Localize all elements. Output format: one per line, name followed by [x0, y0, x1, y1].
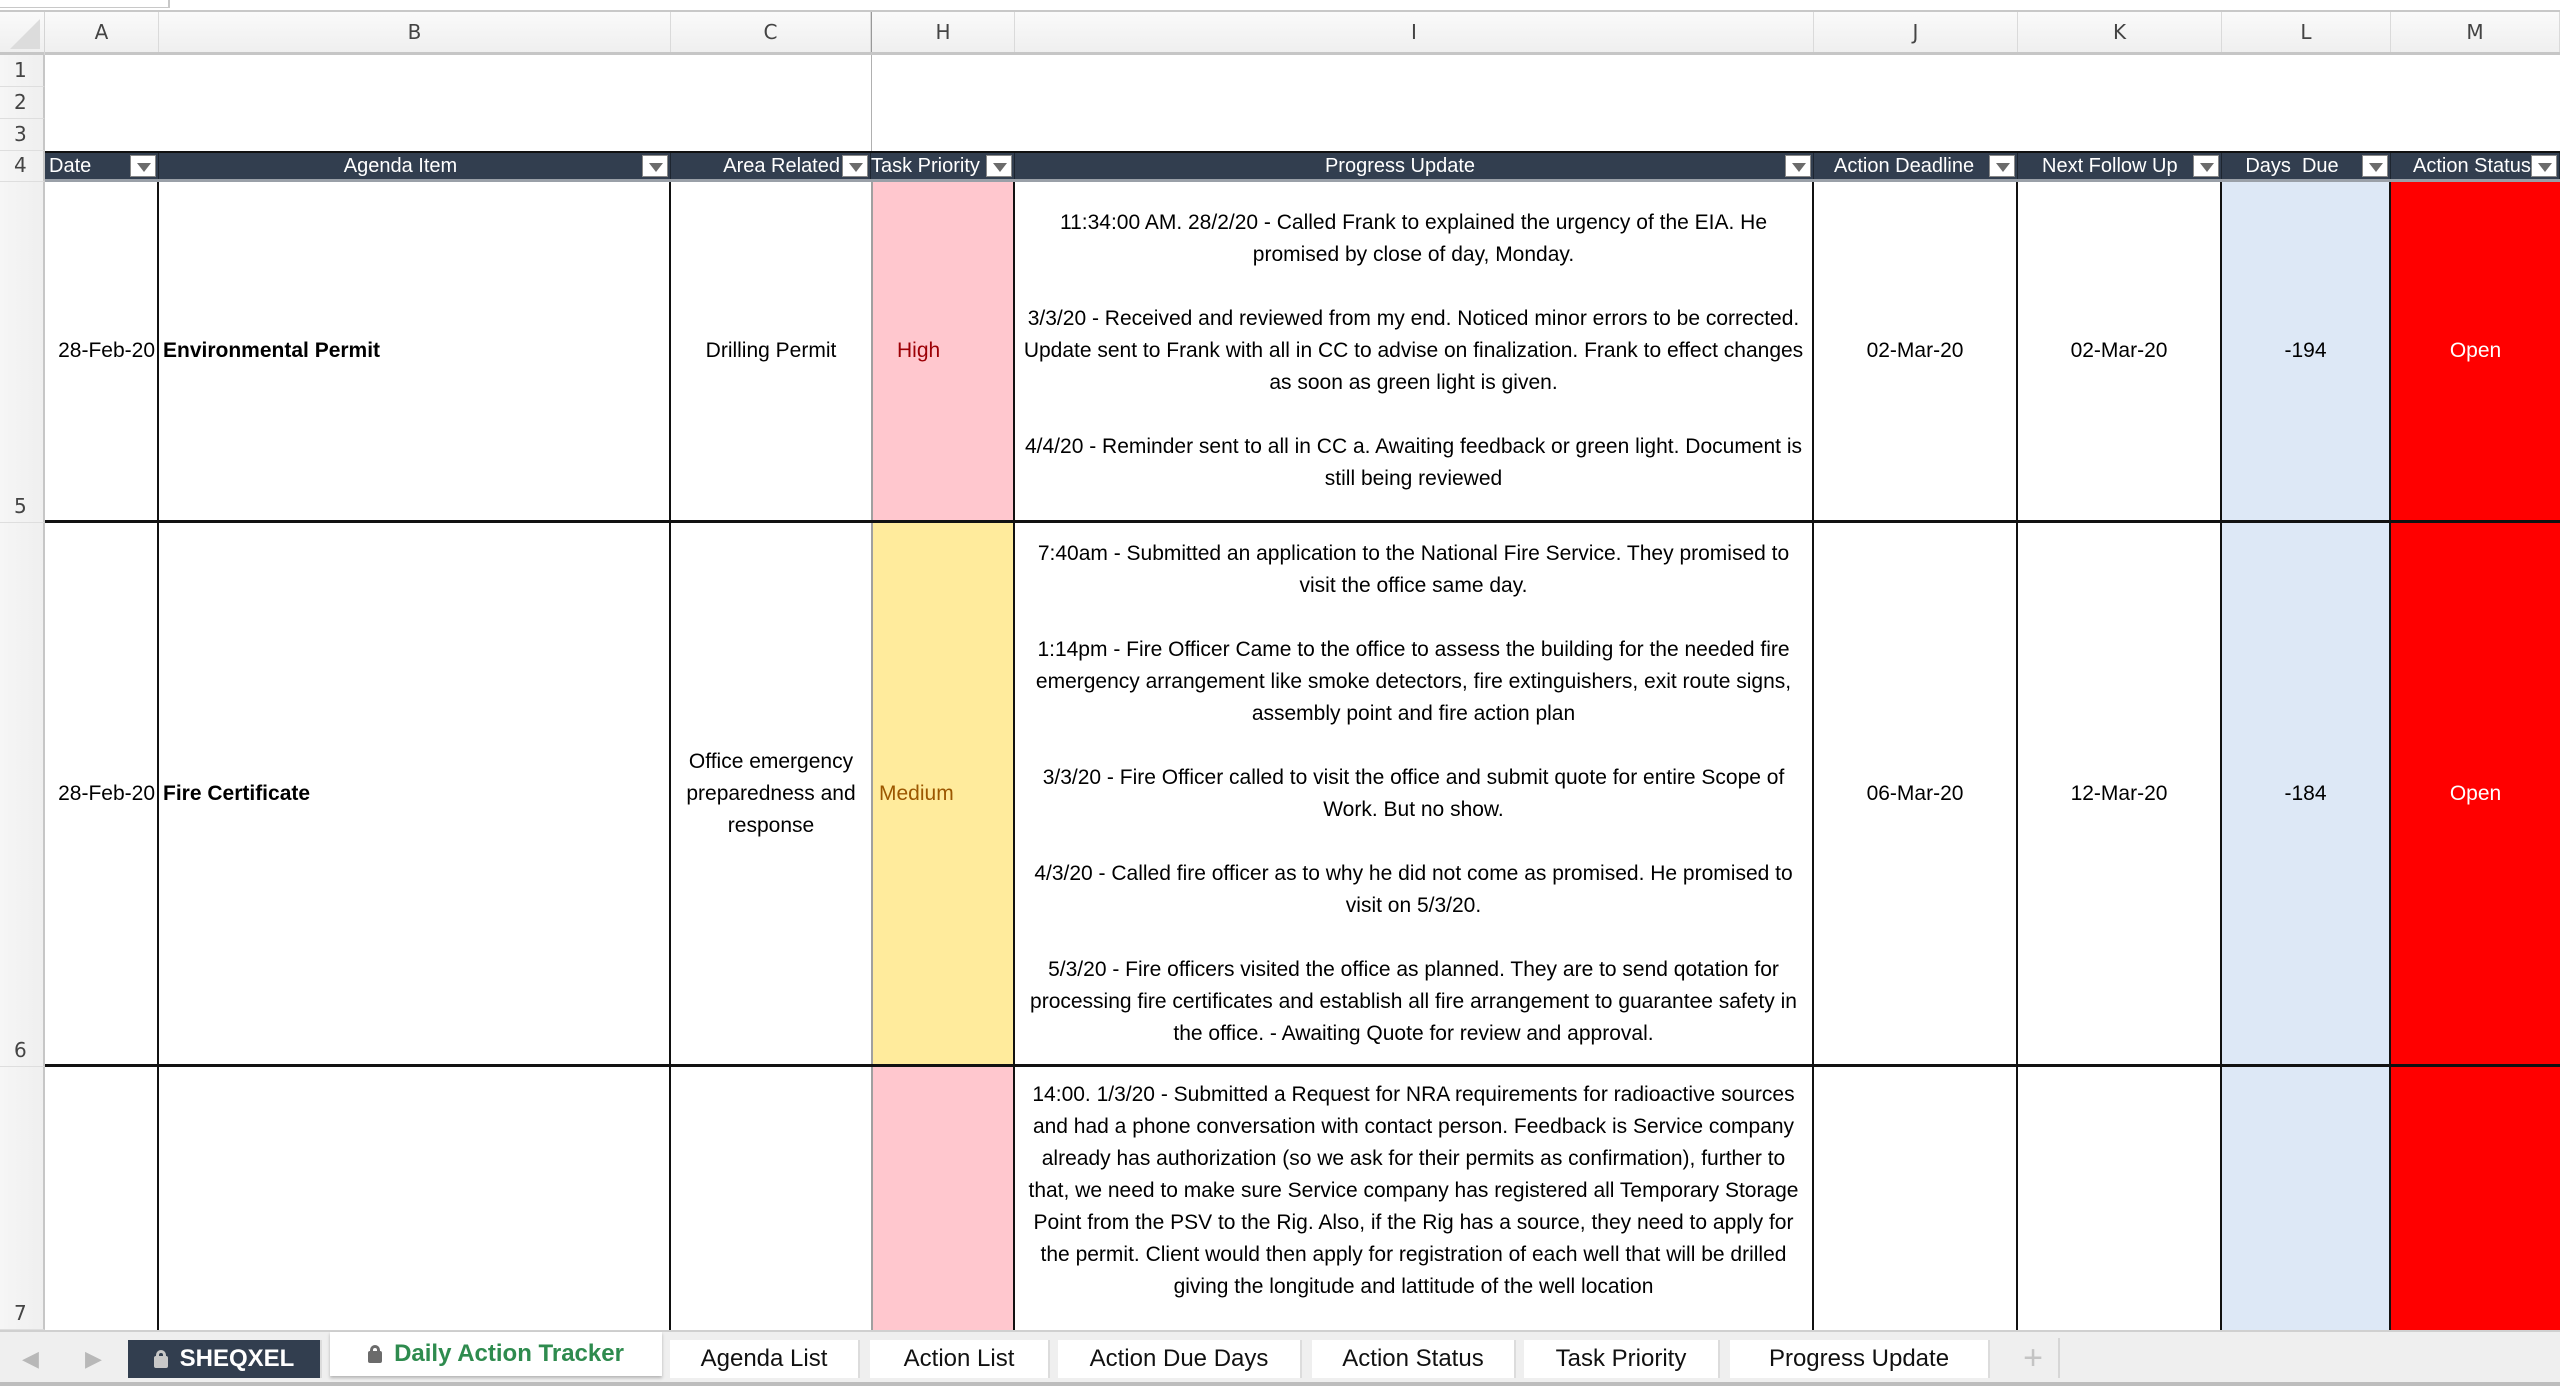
sheet-tab-sheqxel[interactable]: SHEQXEL: [128, 1340, 322, 1378]
add-sheet-button[interactable]: +: [2008, 1338, 2060, 1378]
column-header-i[interactable]: I: [1015, 12, 1814, 52]
cell-action-status[interactable]: Open: [2391, 523, 2560, 1064]
cell-agenda-item[interactable]: Environmental Permit: [159, 182, 671, 520]
table-row: 14:00. 1/3/20 - Submitted a Request for …: [45, 1067, 2560, 1330]
cell-next-follow-up[interactable]: 12-Mar-20: [2018, 523, 2222, 1064]
cell-task-priority[interactable]: Medium: [871, 523, 1015, 1064]
header-task-priority: Task Priority: [871, 153, 1015, 179]
cell-action-status[interactable]: Open: [2391, 182, 2560, 520]
cell-date[interactable]: 28-Feb-20: [45, 182, 159, 520]
row-header-3[interactable]: 3: [0, 119, 45, 151]
cell-next-follow-up[interactable]: [2018, 1067, 2222, 1330]
column-header-a[interactable]: A: [45, 12, 159, 52]
row-header-2[interactable]: 2: [0, 87, 45, 119]
cell-action-status[interactable]: [2391, 1067, 2560, 1330]
name-box[interactable]: [0, 0, 170, 8]
filter-dropdown-task-priority[interactable]: [986, 155, 1012, 177]
sheet-tab-action-list[interactable]: Action List: [870, 1340, 1050, 1378]
cell-days-due[interactable]: -184: [2222, 523, 2391, 1064]
header-agenda-item: Agenda Item: [159, 153, 671, 179]
filter-dropdown-days-due[interactable]: [2362, 155, 2388, 177]
cell-task-priority[interactable]: High: [871, 182, 1015, 520]
sheet-tab-task-priority[interactable]: Task Priority: [1524, 1340, 1720, 1378]
row-header-7[interactable]: 7: [0, 1067, 45, 1330]
column-header-j[interactable]: J: [1814, 12, 2018, 52]
header-date: Date: [45, 153, 159, 179]
cell-task-priority[interactable]: [871, 1067, 1015, 1330]
column-header-m[interactable]: M: [2391, 12, 2560, 52]
table-header-row: Date Agenda Item Area Related Task Prior…: [45, 151, 2560, 182]
cell-action-deadline[interactable]: [1814, 1067, 2018, 1330]
column-header-c[interactable]: C: [671, 12, 871, 52]
cell-action-deadline[interactable]: 06-Mar-20: [1814, 523, 2018, 1064]
filter-dropdown-progress-update[interactable]: [1785, 155, 1811, 177]
cell-agenda-item[interactable]: Fire Certificate: [159, 523, 671, 1064]
cell-date[interactable]: [45, 1067, 159, 1330]
filter-dropdown-action-status[interactable]: [2531, 155, 2557, 177]
row-header-5[interactable]: 5: [0, 182, 45, 523]
cell-progress-update[interactable]: 11:34:00 AM. 28/2/20 - Called Frank to e…: [1015, 182, 1814, 520]
sheet-tab-progress-update[interactable]: Progress Update: [1730, 1340, 1990, 1378]
lock-icon: [368, 1345, 383, 1363]
column-header-l[interactable]: L: [2222, 12, 2391, 52]
column-header-k[interactable]: K: [2018, 12, 2222, 52]
cell-agenda-item[interactable]: [159, 1067, 671, 1330]
table-row: 28-Feb-20 Fire Certificate Office emerge…: [45, 523, 2560, 1067]
sheet-tabs-bar: ◀ ▶ SHEQXEL Daily Action Tracker Agenda …: [0, 1330, 2560, 1386]
formula-bar-strip: [0, 0, 2560, 12]
cell-area-related[interactable]: Office emergency preparedness and respon…: [671, 523, 871, 1064]
sheet-tab-agenda-list[interactable]: Agenda List: [670, 1340, 860, 1378]
sheet-tab-action-status[interactable]: Action Status: [1312, 1340, 1516, 1378]
cell-area-related[interactable]: Drilling Permit: [671, 182, 871, 520]
cell-progress-update[interactable]: 14:00. 1/3/20 - Submitted a Request for …: [1015, 1067, 1814, 1330]
cell-next-follow-up[interactable]: 02-Mar-20: [2018, 182, 2222, 520]
column-header-row: A B C H I J K L M: [0, 12, 2560, 55]
column-header-h[interactable]: H: [871, 12, 1015, 52]
header-days-due: Days Due: [2222, 153, 2391, 179]
filter-dropdown-area-related[interactable]: [842, 155, 868, 177]
cell-action-deadline[interactable]: 02-Mar-20: [1814, 182, 2018, 520]
select-all-corner[interactable]: [0, 12, 45, 55]
filter-dropdown-agenda-item[interactable]: [642, 155, 668, 177]
cell-date[interactable]: 28-Feb-20: [45, 523, 159, 1064]
filter-dropdown-next-follow-up[interactable]: [2193, 155, 2219, 177]
row-header-6[interactable]: 6: [0, 523, 45, 1067]
filter-dropdown-action-deadline[interactable]: [1989, 155, 2015, 177]
header-next-follow-up: Next Follow Up: [2018, 153, 2222, 179]
table-row: 28-Feb-20 Environmental Permit Drilling …: [45, 182, 2560, 523]
cell-days-due[interactable]: [2222, 1067, 2391, 1330]
sheet-scroll-arrows[interactable]: ◀ ▶: [22, 1346, 122, 1372]
row-header-1[interactable]: 1: [0, 55, 45, 87]
cell-area-related[interactable]: [671, 1067, 871, 1330]
header-action-status: Action Status: [2391, 153, 2560, 179]
freeze-pane-divider: [871, 55, 872, 152]
sheet-tab-action-due-days[interactable]: Action Due Days: [1058, 1340, 1302, 1378]
header-action-deadline: Action Deadline: [1814, 153, 2018, 179]
row-header-4[interactable]: 4: [0, 151, 45, 182]
cell-progress-update[interactable]: 7:40am - Submitted an application to the…: [1015, 523, 1814, 1064]
header-progress-update: Progress Update: [1015, 153, 1814, 179]
lock-icon: [153, 1350, 168, 1368]
filter-dropdown-date[interactable]: [130, 155, 156, 177]
column-header-b[interactable]: B: [159, 12, 671, 52]
sheet-tab-daily-action-tracker[interactable]: Daily Action Tracker: [330, 1332, 662, 1376]
header-area-related: Area Related: [671, 153, 871, 179]
cell-days-due[interactable]: -194: [2222, 182, 2391, 520]
